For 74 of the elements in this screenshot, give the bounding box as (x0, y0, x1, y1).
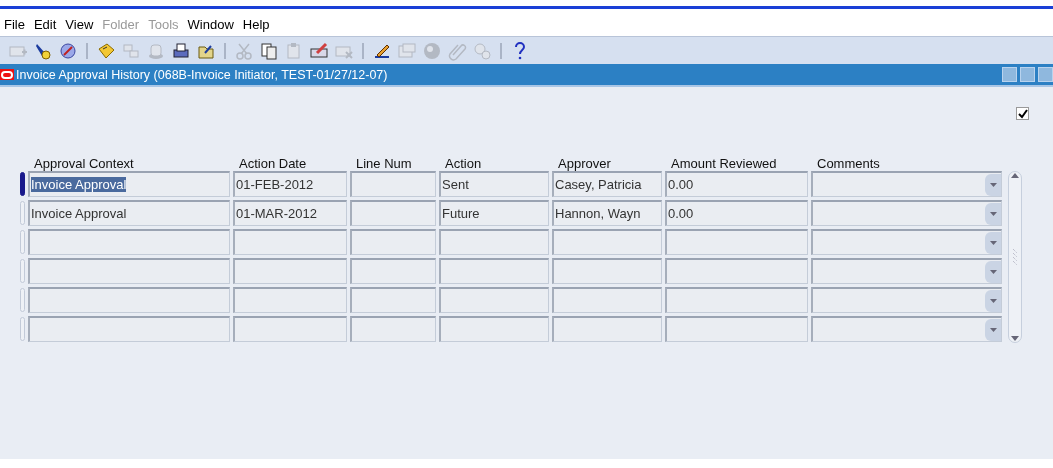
close-button[interactable] (1038, 67, 1053, 82)
print-icon[interactable] (171, 40, 191, 61)
oracle-logo-icon (0, 69, 14, 80)
table-cell[interactable] (439, 258, 549, 284)
table-cell[interactable] (350, 200, 436, 226)
column-header: Action Date (238, 156, 308, 171)
table-cell[interactable] (233, 287, 347, 313)
table-cell[interactable] (350, 287, 436, 313)
table-cell[interactable] (439, 287, 549, 313)
table-cell[interactable] (439, 316, 549, 342)
check-icon (1017, 108, 1028, 119)
column-header: Approver (557, 156, 612, 171)
table-cell[interactable] (665, 258, 808, 284)
table-cell[interactable] (233, 258, 347, 284)
table-cell[interactable]: 0.00 (665, 200, 808, 226)
copy-icon[interactable] (259, 40, 279, 61)
table-cell[interactable]: Sent (439, 171, 549, 197)
dropdown-arrow-icon (988, 181, 998, 188)
minimize-button[interactable] (1002, 67, 1017, 82)
comments-dropdown[interactable] (811, 171, 1002, 197)
scroll-up-icon[interactable] (1010, 172, 1020, 180)
column-header: Approval Context (33, 156, 135, 171)
comments-dropdown[interactable] (811, 258, 1002, 284)
table-cell[interactable]: Future (439, 200, 549, 226)
dropdown-arrow-icon (988, 210, 998, 217)
table-cell[interactable] (350, 171, 436, 197)
comments-dropdown[interactable] (811, 200, 1002, 226)
table-cell[interactable] (28, 229, 230, 255)
table-cell[interactable] (350, 316, 436, 342)
table-cell[interactable] (350, 229, 436, 255)
comments-dropdown[interactable] (811, 287, 1002, 313)
table-cell[interactable] (28, 316, 230, 342)
column-header: Comments (816, 156, 881, 171)
table-cell[interactable]: 0.00 (665, 171, 808, 197)
column-header: Amount Reviewed (670, 156, 778, 171)
menu-item[interactable]: File (4, 17, 25, 32)
scrollbar[interactable] (1008, 171, 1022, 343)
dropdown-arrow-icon (988, 239, 998, 246)
table-cell[interactable]: 01-MAR-2012 (233, 200, 347, 226)
table-cell[interactable]: Hannon, Wayn (552, 200, 662, 226)
column-header: Line Num (355, 156, 413, 171)
checkbox[interactable] (1016, 107, 1029, 120)
menu-item[interactable]: View (65, 17, 94, 32)
table-cell[interactable] (552, 258, 662, 284)
window-title: Invoice Approval History (068B-Invoice Initiator, TEST-01/27/12-07) (16, 67, 389, 82)
maximize-button[interactable] (1020, 67, 1035, 82)
scroll-down-icon[interactable] (1010, 334, 1020, 342)
dropdown-arrow-icon (988, 297, 998, 304)
table-cell[interactable] (665, 316, 808, 342)
menu-item[interactable]: Help (242, 17, 270, 32)
table-cell[interactable]: 01-FEB-2012 (233, 171, 347, 197)
table-cell[interactable]: Invoice Approval (28, 200, 230, 226)
table-cell[interactable] (439, 229, 549, 255)
scroll-grip-icon (1012, 248, 1018, 266)
table-cell[interactable] (552, 316, 662, 342)
table-cell[interactable] (28, 258, 230, 284)
table-cell[interactable] (665, 229, 808, 255)
table-cell[interactable] (350, 258, 436, 284)
column-header: Action (444, 156, 483, 171)
table-cell[interactable] (233, 229, 347, 255)
table-cell[interactable] (665, 287, 808, 313)
record-indicator[interactable] (20, 172, 25, 196)
table-cell[interactable] (552, 229, 662, 255)
comments-dropdown[interactable] (811, 316, 1002, 342)
dropdown-arrow-icon (988, 326, 998, 333)
table-cell[interactable]: Casey, Patricia (552, 171, 662, 197)
table-cell[interactable] (233, 316, 347, 342)
menu-item[interactable]: Window (187, 17, 234, 32)
table-cell[interactable] (552, 287, 662, 313)
dropdown-arrow-icon (988, 268, 998, 275)
table-cell[interactable] (28, 287, 230, 313)
table-cell[interactable]: Invoice Approval (28, 171, 230, 197)
comments-dropdown[interactable] (811, 229, 1002, 255)
menu-item[interactable]: Edit (33, 17, 57, 32)
